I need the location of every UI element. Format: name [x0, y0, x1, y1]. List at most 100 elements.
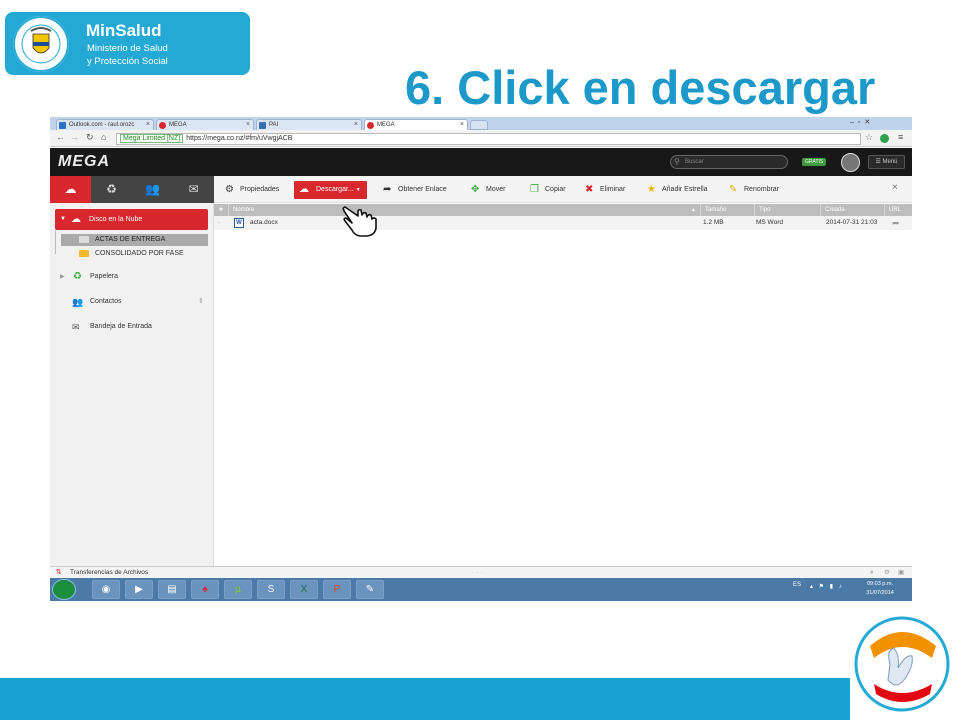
menu-button[interactable]: ☰ Menú: [868, 155, 905, 169]
sidebar-item-label: Disco en la Nube: [89, 216, 143, 223]
folder-icon: [79, 250, 89, 257]
button-label: Renombrar: [744, 186, 780, 193]
poker-icon[interactable]: ♠: [191, 580, 219, 599]
folder-actas-de-entrega[interactable]: ACTAS DE ENTREGA: [61, 234, 208, 246]
move-button[interactable]: ✥ Mover: [470, 183, 505, 197]
mega-section-tabs: ☁ ♻ 👥 ✉: [50, 176, 214, 203]
column-header-type[interactable]: Tipo: [754, 204, 820, 216]
tray-icons[interactable]: ▴ ⚑ ▮ ♪: [810, 583, 844, 590]
sidebar-item-inbox[interactable]: ✉ Bandeja de Entrada: [72, 320, 152, 334]
utorrent-icon[interactable]: µ: [224, 580, 252, 599]
tab-outlook[interactable]: Outlook.com - raul.orozc ×: [56, 119, 154, 130]
paint-icon[interactable]: ✎: [356, 580, 384, 599]
sidebar-item-label: Contactos: [90, 298, 122, 305]
sidebar-item-cloud-drive[interactable]: ▼ ☁ Disco en la Nube: [55, 209, 208, 230]
windows-start-icon[interactable]: [52, 579, 76, 600]
forward-arrow-icon[interactable]: →: [70, 132, 79, 142]
copy-button[interactable]: ❐ Copiar: [529, 183, 566, 197]
table-row[interactable]: - W acta.docx 1.2 MB MS Word 2014-07-31 …: [214, 216, 912, 230]
outlook-icon: [59, 122, 66, 129]
sidebar-item-label: Bandeja de Entrada: [90, 323, 152, 330]
row-star-toggle[interactable]: -: [218, 216, 220, 230]
folder-consolidado-por-fase[interactable]: CONSOLIDADO POR FASE: [61, 247, 184, 260]
new-tab-button[interactable]: [470, 120, 488, 130]
envelope-icon[interactable]: ✉: [173, 176, 214, 203]
home-icon[interactable]: ⌂: [101, 132, 106, 142]
skype-icon[interactable]: S: [257, 580, 285, 599]
close-icon[interactable]: ×: [892, 182, 898, 193]
tab-mega-1[interactable]: MEGA ×: [156, 119, 254, 130]
recycle-icon[interactable]: ♻: [91, 176, 132, 203]
properties-button[interactable]: ⚙ Propiedades: [224, 183, 279, 197]
gear-icon[interactable]: ⚙: [884, 567, 890, 578]
powerpoint-icon[interactable]: P: [323, 580, 351, 599]
rename-button[interactable]: ✎ Renombrar: [728, 183, 779, 197]
get-link-button[interactable]: ➦ Obtener Enlace: [382, 183, 447, 197]
extension-icon[interactable]: [880, 134, 889, 143]
delete-button[interactable]: ✖ Eliminar: [584, 183, 625, 197]
close-icon[interactable]: ×: [246, 120, 250, 130]
cloud-icon: ☁: [71, 214, 81, 225]
sort-icon[interactable]: ⇕: [198, 295, 204, 309]
search-input[interactable]: ⚲ Buscar: [670, 155, 788, 169]
sidebar-item-label: Papelera: [90, 273, 119, 280]
media-player-icon[interactable]: ▶: [125, 580, 153, 599]
column-header-size[interactable]: Tamaño: [700, 204, 754, 216]
back-arrow-icon[interactable]: ←: [56, 132, 65, 142]
tab-pai[interactable]: PAI ×: [256, 119, 362, 130]
share-arrow-icon[interactable]: ➦: [892, 216, 900, 230]
plan-badge: GRATIS: [802, 158, 827, 166]
close-icon[interactable]: ×: [460, 120, 464, 130]
address-bar: ← → ↻ ⌂ Mega Limited [NZ] https://mega.co…: [50, 130, 912, 147]
mega-logo[interactable]: MEGA: [58, 153, 110, 171]
sidebar-item-trash[interactable]: ▶ ♻ Papelera: [60, 270, 118, 284]
mega-icon: [367, 122, 374, 129]
copy-icon: ❐: [530, 184, 539, 195]
button-label: Propiedades: [240, 186, 280, 193]
search-placeholder: Buscar: [685, 159, 704, 165]
header-label: Nombre: [233, 207, 255, 213]
gear-icon: ⚙: [225, 184, 234, 195]
tab-label: MEGA: [377, 122, 395, 128]
star-column-icon[interactable]: ★: [214, 204, 228, 216]
envelope-icon: ✉: [72, 322, 80, 332]
cloud-icon[interactable]: ☁: [50, 176, 91, 203]
column-header-name[interactable]: Nombre ▲: [228, 204, 700, 216]
folder-icon: [79, 236, 89, 243]
close-icon[interactable]: ×: [146, 120, 150, 130]
button-label: Copiar: [545, 186, 566, 193]
avatar[interactable]: [841, 153, 860, 172]
star-bookmark-icon[interactable]: ☆: [865, 132, 873, 143]
language-indicator[interactable]: ES: [793, 582, 801, 588]
hand-cursor-icon: [342, 206, 377, 237]
contacts-icon[interactable]: 👥: [132, 176, 173, 203]
column-header-created[interactable]: Creada: [820, 204, 884, 216]
pencil-icon: ✎: [729, 184, 738, 195]
word-document-icon: W: [234, 218, 244, 228]
browser-tab-bar: Outlook.com - raul.orozc × MEGA × PAI × …: [50, 117, 912, 130]
sidebar-item-contacts[interactable]: 👥 Contactos ⇕: [72, 295, 208, 309]
close-icon[interactable]: ×: [354, 120, 358, 130]
windows-taskbar: ◉ ▶ ▤ ♠ µ S X P ✎ ES ▴ ⚑ ▮ ♪ 09:03 p.m. …: [50, 578, 912, 601]
logo-title: MinSalud: [86, 21, 162, 40]
file-explorer-icon[interactable]: ▤: [158, 580, 186, 599]
pause-icon[interactable]: ⏸: [870, 567, 873, 578]
logo-subtitle-line2: y Protección Social: [87, 56, 168, 67]
window-controls-icon[interactable]: –▫✕: [850, 118, 874, 126]
excel-icon[interactable]: X: [290, 580, 318, 599]
resize-handle[interactable]: ···: [472, 567, 485, 578]
clear-icon[interactable]: ▣: [898, 567, 904, 578]
add-star-button[interactable]: ★ Añadir Estrella: [646, 183, 708, 197]
file-toolbar: ⚙ Propiedades ☁ Descargar... ▼ ➦ Obtener En…: [214, 176, 912, 203]
slide: MinSalud Ministerio de Salud y Protecció…: [0, 0, 960, 720]
taskbar-clock[interactable]: 09:03 p.m. 31/07/2014: [850, 580, 910, 599]
transfers-bar[interactable]: ⇅ Transferencias de Archivos ··· ⏸ ⚙ ▣: [50, 566, 912, 578]
button-label: Mover: [486, 186, 506, 193]
column-header-url[interactable]: URL: [884, 204, 912, 216]
reload-icon[interactable]: ↻: [86, 132, 94, 143]
chrome-icon[interactable]: ◉: [92, 580, 120, 599]
tab-mega-active[interactable]: MEGA ×: [364, 119, 468, 130]
url-field[interactable]: Mega Limited [NZ] https://mega.co.nz/#fm/…: [116, 133, 861, 145]
chrome-menu-icon[interactable]: ≡: [898, 132, 903, 142]
download-button[interactable]: ☁ Descargar... ▼: [294, 181, 367, 199]
